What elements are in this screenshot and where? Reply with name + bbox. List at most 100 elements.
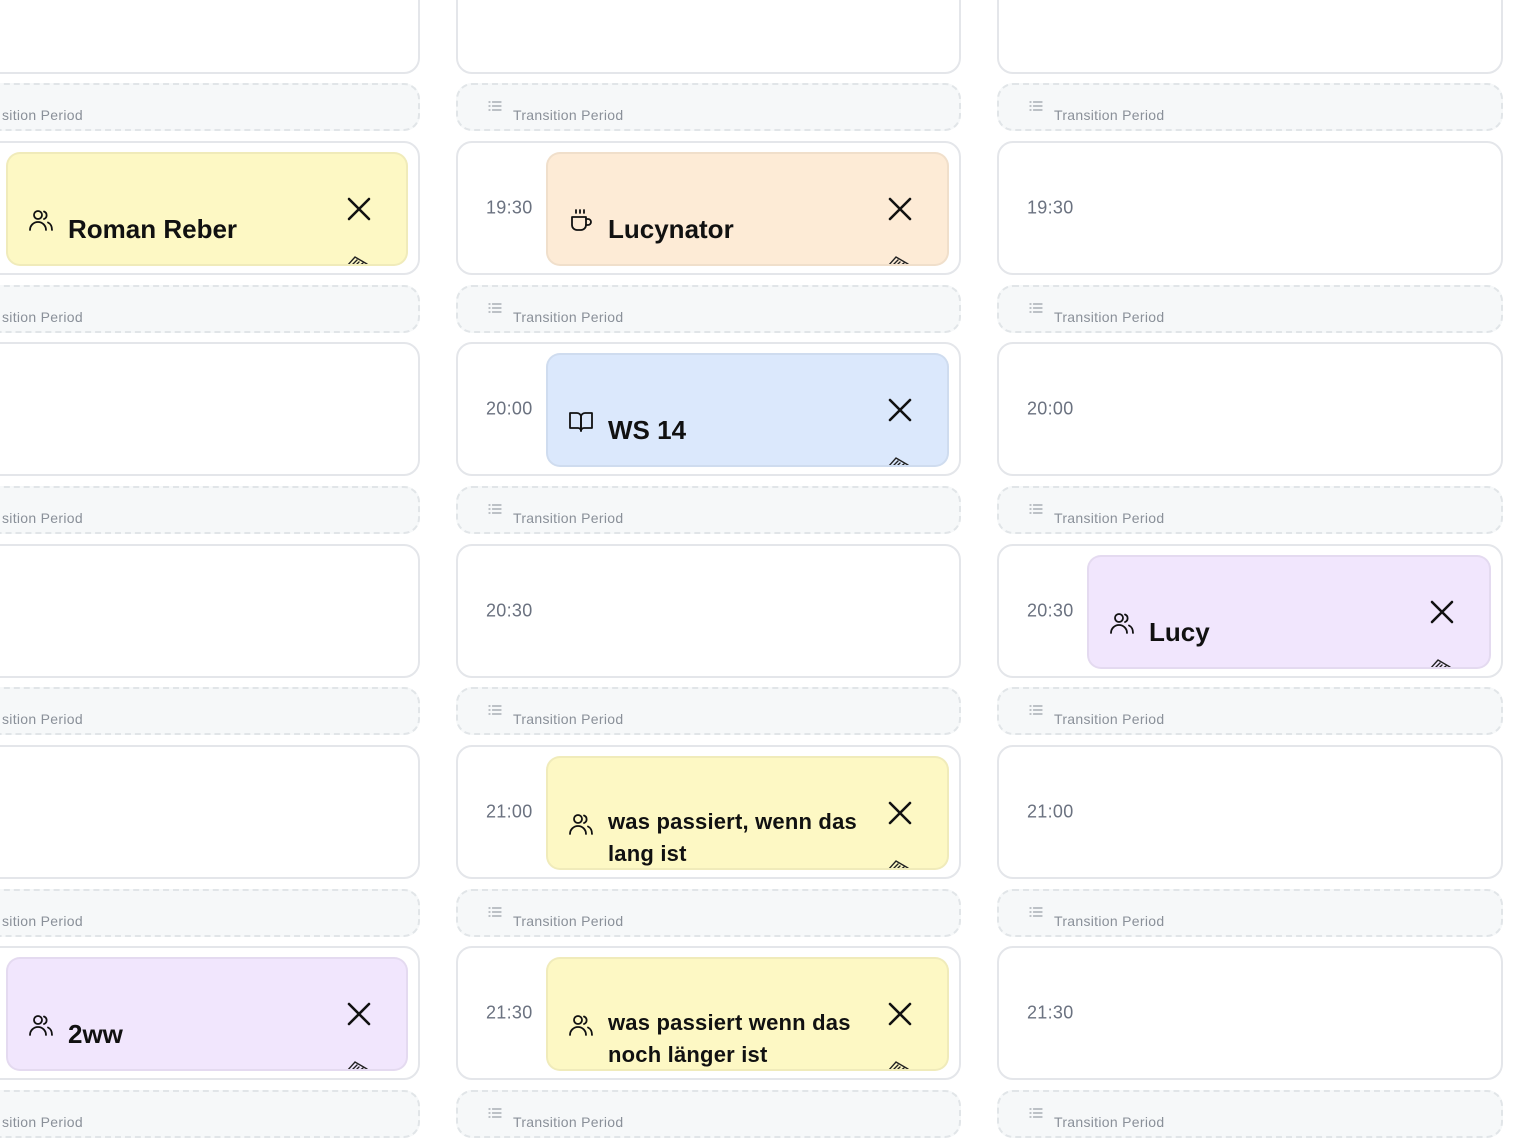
drag-handle-icon[interactable] — [1428, 657, 1452, 667]
event-card[interactable]: was passiert wenn das noch länger ist — [546, 957, 949, 1071]
transition-period: sition Period — [0, 1090, 420, 1138]
transition-label: Transition Period — [513, 711, 624, 727]
list-icon — [488, 99, 502, 111]
time-slot[interactable]: 21:30 was passiert wenn das noch länger i… — [456, 946, 961, 1080]
slot-time: 21:30 — [1027, 1002, 1074, 1023]
time-slot[interactable] — [0, 544, 420, 678]
time-slot[interactable]: 20:00 — [997, 342, 1503, 476]
drag-handle-icon[interactable] — [886, 254, 910, 264]
drag-handle-icon[interactable] — [886, 1059, 910, 1069]
time-slot[interactable]: 21:00 was passiert, wenn das lang ist — [456, 745, 961, 879]
close-icon[interactable] — [887, 800, 913, 826]
close-icon[interactable] — [887, 397, 913, 423]
transition-label: sition Period — [2, 711, 83, 727]
transition-label: sition Period — [2, 309, 83, 325]
people-icon — [28, 207, 54, 233]
close-icon[interactable] — [346, 196, 372, 222]
slot-time: 21:30 — [486, 1002, 533, 1023]
transition-period: Transition Period — [456, 285, 961, 333]
transition-label: Transition Period — [1054, 913, 1165, 929]
day-column: 19:00 Transition Period 19:30 Transition Pe… — [997, 0, 1503, 1144]
slot-time: 20:30 — [486, 600, 533, 621]
close-icon[interactable] — [1429, 599, 1455, 625]
transition-period: Transition Period — [456, 486, 961, 534]
event-card[interactable]: Lucy — [1087, 555, 1491, 669]
list-icon — [1029, 905, 1043, 917]
event-title: Lucynator — [608, 214, 734, 244]
people-icon — [568, 1012, 594, 1038]
time-slot[interactable]: 19:30 — [997, 141, 1503, 275]
drag-handle-icon[interactable] — [886, 858, 910, 868]
event-card[interactable]: 2ww — [6, 957, 408, 1071]
event-title: Lucy — [1149, 617, 1210, 647]
transition-period: Transition Period — [997, 1090, 1503, 1138]
time-slot[interactable]: 19:30 Lucynator — [456, 141, 961, 275]
transition-period: sition Period — [0, 285, 420, 333]
drag-handle-icon[interactable] — [886, 455, 910, 465]
time-slot[interactable]: 21:30 — [997, 946, 1503, 1080]
event-title: 2ww — [68, 1019, 123, 1049]
time-slot[interactable]: 2ww — [0, 946, 420, 1080]
transition-label: sition Period — [2, 1114, 83, 1130]
people-icon — [28, 1012, 54, 1038]
time-slot[interactable] — [0, 342, 420, 476]
list-icon — [488, 502, 502, 514]
book-icon — [568, 408, 594, 434]
time-slot[interactable] — [0, 745, 420, 879]
transition-period: Transition Period — [456, 1090, 961, 1138]
transition-period: Transition Period — [997, 83, 1503, 131]
list-icon — [1029, 703, 1043, 715]
transition-label: Transition Period — [1054, 510, 1165, 526]
list-icon — [488, 1106, 502, 1118]
transition-period: sition Period — [0, 687, 420, 735]
transition-period: sition Period — [0, 889, 420, 937]
time-slot[interactable]: 21:00 — [997, 745, 1503, 879]
transition-label: Transition Period — [1054, 711, 1165, 727]
close-icon[interactable] — [887, 196, 913, 222]
transition-label: Transition Period — [513, 913, 624, 929]
event-title: was passiert, wenn das lang ist — [608, 809, 857, 866]
transition-label: Transition Period — [513, 309, 624, 325]
transition-label: sition Period — [2, 107, 83, 123]
event-card[interactable]: Roman Reber — [6, 152, 408, 266]
list-icon — [488, 301, 502, 313]
time-slot[interactable]: 19:00 — [456, 0, 961, 74]
transition-label: Transition Period — [1054, 107, 1165, 123]
people-icon — [1109, 610, 1135, 636]
transition-period: sition Period — [0, 83, 420, 131]
transition-period: Transition Period — [456, 687, 961, 735]
event-title: WS 14 — [608, 415, 687, 445]
time-slot[interactable]: 20:30 — [456, 544, 961, 678]
transition-label: Transition Period — [1054, 1114, 1165, 1130]
transition-period: Transition Period — [997, 285, 1503, 333]
transition-label: Transition Period — [1054, 309, 1165, 325]
transition-period: Transition Period — [456, 889, 961, 937]
close-icon[interactable] — [346, 1001, 372, 1027]
time-slot[interactable]: Roman Reber — [0, 141, 420, 275]
transition-label: Transition Period — [513, 510, 624, 526]
event-card[interactable]: was passiert, wenn das lang ist — [546, 756, 949, 870]
transition-label: Transition Period — [513, 1114, 624, 1130]
transition-label: Transition Period — [513, 107, 624, 123]
slot-time: 21:00 — [1027, 801, 1074, 822]
event-card[interactable]: Lucynator — [546, 152, 949, 266]
transition-label: sition Period — [2, 510, 83, 526]
time-slot[interactable]: 20:00 WS 14 — [456, 342, 961, 476]
transition-period: Transition Period — [997, 889, 1503, 937]
drag-handle-icon[interactable] — [345, 254, 369, 264]
slot-time: 19:30 — [486, 197, 533, 218]
time-slot[interactable]: 19:00 — [997, 0, 1503, 74]
time-slot[interactable]: 20:30 Lucy — [997, 544, 1503, 678]
transition-label: sition Period — [2, 913, 83, 929]
transition-period: Transition Period — [997, 687, 1503, 735]
coffee-cup-icon — [568, 207, 594, 233]
event-card[interactable]: WS 14 — [546, 353, 949, 467]
day-column: 19:00 Transition Period 19:30 Lucynator Tran… — [456, 0, 961, 1144]
time-slot[interactable] — [0, 0, 420, 74]
transition-period: Transition Period — [997, 486, 1503, 534]
drag-handle-icon[interactable] — [345, 1059, 369, 1069]
list-icon — [1029, 1106, 1043, 1118]
slot-time: 19:30 — [1027, 197, 1074, 218]
event-title: Roman Reber — [68, 214, 238, 244]
close-icon[interactable] — [887, 1001, 913, 1027]
